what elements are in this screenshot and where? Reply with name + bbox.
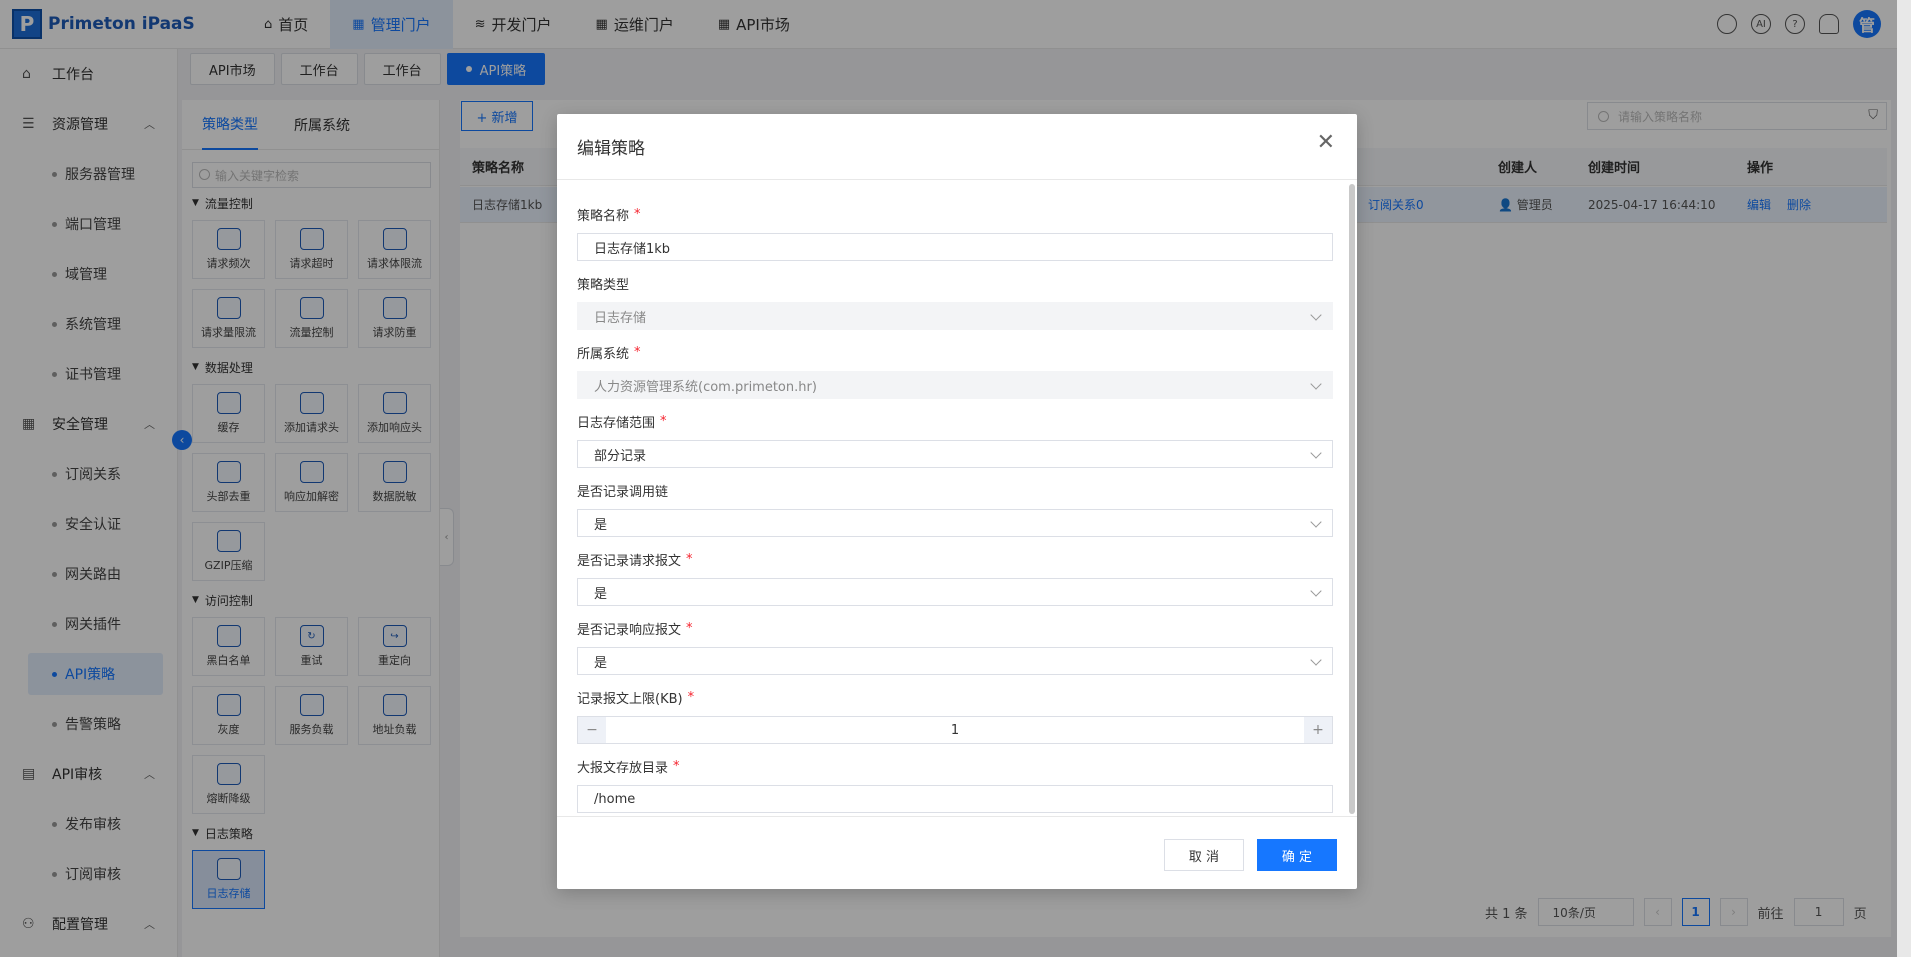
policy-name-input[interactable]: 日志存储1kb <box>577 233 1333 261</box>
cancel-button[interactable]: 取 消 <box>1164 839 1244 871</box>
field-label: 是否记录响应报文 * <box>577 618 1333 638</box>
field-label: 策略类型 <box>577 273 1333 293</box>
field-log-scope: 日志存储范围 * 部分记录 <box>577 411 1333 468</box>
label-text: 记录报文上限(KB) <box>577 691 683 707</box>
field-record-request: 是否记录请求报文 * 是 <box>577 549 1333 606</box>
required-mark: * <box>686 551 693 567</box>
field-label: 大报文存放目录 * <box>577 756 1333 776</box>
field-large-dir: 大报文存放目录 * /home <box>577 756 1333 813</box>
policy-type-select: 日志存储 <box>577 302 1333 330</box>
field-label: 是否记录请求报文 * <box>577 549 1333 569</box>
size-limit-stepper: − 1 + <box>577 716 1333 744</box>
field-label: 所属系统 * <box>577 342 1333 362</box>
chevron-down-icon <box>1310 447 1322 459</box>
label-text: 所属系统 <box>577 346 630 362</box>
record-response-select[interactable]: 是 <box>577 647 1333 675</box>
field-label: 策略名称 * <box>577 204 1333 224</box>
required-mark: * <box>673 758 680 774</box>
label-text: 是否记录请求报文 <box>577 553 682 569</box>
select-value: 人力资源管理系统(com.primeton.hr) <box>594 379 817 395</box>
large-dir-input[interactable]: /home <box>577 785 1333 813</box>
close-icon[interactable]: ✕ <box>1317 132 1335 154</box>
increment-button[interactable]: + <box>1304 717 1332 743</box>
record-request-select[interactable]: 是 <box>577 578 1333 606</box>
chevron-down-icon <box>1310 309 1322 321</box>
required-mark: * <box>660 413 667 429</box>
size-limit-input[interactable]: 1 <box>606 723 1304 738</box>
decrement-button[interactable]: − <box>578 717 606 743</box>
chevron-down-icon <box>1310 378 1322 390</box>
dialog-body: 策略名称 * 日志存储1kb 策略类型 日志存储 所属系统 * 人力资源管理系统(c… <box>577 180 1335 816</box>
label-text: 大报文存放目录 <box>577 760 669 776</box>
label-text: 是否记录调用链 <box>577 484 669 500</box>
select-value: 是 <box>594 586 608 602</box>
log-scope-select[interactable]: 部分记录 <box>577 440 1333 468</box>
label-text: 策略类型 <box>577 277 630 293</box>
field-record-chain: 是否记录调用链 是 <box>577 480 1333 537</box>
field-policy-type: 策略类型 日志存储 <box>577 273 1333 330</box>
select-value: 日志存储 <box>594 310 647 326</box>
field-policy-name: 策略名称 * 日志存储1kb <box>577 204 1333 261</box>
field-record-response: 是否记录响应报文 * 是 <box>577 618 1333 675</box>
required-mark: * <box>686 620 693 636</box>
select-value: 是 <box>594 655 608 671</box>
chevron-down-icon <box>1310 516 1322 528</box>
select-value: 是 <box>594 517 608 533</box>
label-text: 策略名称 <box>577 208 630 224</box>
field-label: 日志存储范围 * <box>577 411 1333 431</box>
label-text: 是否记录响应报文 <box>577 622 682 638</box>
dialog-footer: 取 消 确 定 <box>557 816 1357 889</box>
required-mark: * <box>634 206 641 222</box>
chevron-down-icon <box>1310 654 1322 666</box>
dialog-scrollbar[interactable] <box>1349 184 1355 814</box>
field-label: 记录报文上限(KB) * <box>577 687 1333 707</box>
dialog-title: 编辑策略 <box>557 114 1357 180</box>
owner-system-select: 人力资源管理系统(com.primeton.hr) <box>577 371 1333 399</box>
required-mark: * <box>687 689 695 705</box>
record-chain-select[interactable]: 是 <box>577 509 1333 537</box>
page-scrollbar[interactable] <box>1897 0 1911 957</box>
edit-policy-dialog: 编辑策略 ✕ 策略名称 * 日志存储1kb 策略类型 日志存储 所属系统 * 人力资… <box>557 114 1357 889</box>
field-label: 是否记录调用链 <box>577 480 1333 500</box>
required-mark: * <box>634 344 641 360</box>
confirm-button[interactable]: 确 定 <box>1257 839 1337 871</box>
label-text: 日志存储范围 <box>577 415 656 431</box>
field-size-limit: 记录报文上限(KB) * − 1 + <box>577 687 1333 744</box>
field-owner-system: 所属系统 * 人力资源管理系统(com.primeton.hr) <box>577 342 1333 399</box>
select-value: 部分记录 <box>594 448 647 464</box>
chevron-down-icon <box>1310 585 1322 597</box>
